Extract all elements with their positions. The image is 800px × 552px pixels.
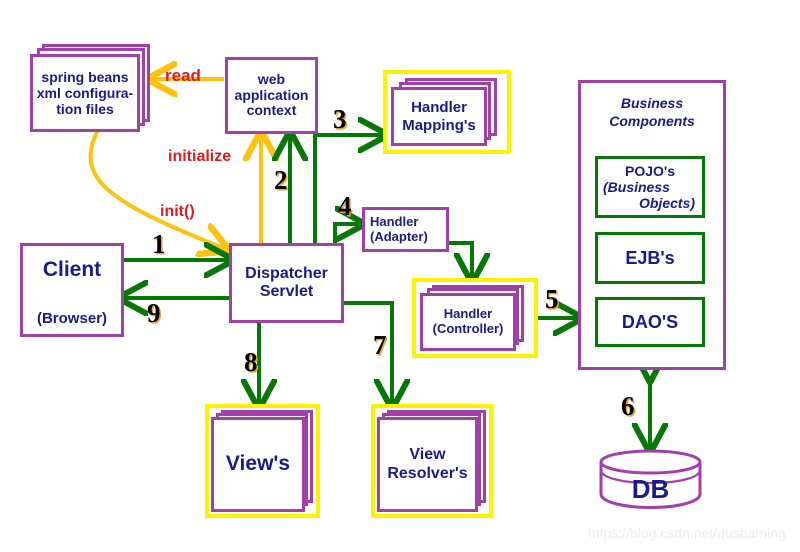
node-pojo[interactable]: POJO's (Business Objects) — [595, 156, 705, 218]
pojo-line2: (Business — [603, 178, 670, 195]
business-components-title: Business Components — [581, 83, 723, 130]
spring-beans-line3: tion files — [56, 101, 114, 118]
node-db[interactable]: DB — [598, 448, 703, 510]
business-title-line2: Components — [609, 112, 695, 129]
label-step-2: 2 — [274, 165, 288, 195]
client-label: Client — [42, 258, 102, 281]
views-box[interactable]: View's — [211, 417, 305, 512]
handler-mapping-line2: Mapping's — [402, 116, 476, 134]
node-dispatcher-servlet[interactable]: Dispatcher Servlet — [229, 243, 344, 323]
db-label: DB — [631, 474, 670, 504]
label-step-7: 7 — [373, 330, 387, 360]
handler-adapter-line2: (Adapter) — [370, 228, 428, 244]
view-resolvers-line2: Resolver's — [387, 464, 468, 482]
view-resolvers-box[interactable]: View Resolver's — [377, 417, 478, 512]
node-handler-mappings[interactable]: Handler Mapping's — [383, 70, 511, 154]
node-dao[interactable]: DAO'S — [595, 297, 705, 347]
ejb-label: EJB's — [625, 247, 675, 268]
spring-beans-box[interactable]: spring beans xml configura- tion files — [30, 54, 140, 132]
dispatcher-line2: Servlet — [259, 283, 314, 300]
dao-label: DAO'S — [621, 311, 679, 332]
handler-mapping-line1: Handler — [411, 99, 467, 117]
handler-mappings-box[interactable]: Handler Mapping's — [391, 87, 487, 146]
label-step-9: 9 — [147, 298, 161, 328]
web-app-context-line3: context — [246, 102, 297, 119]
view-resolvers-line1: View — [409, 446, 446, 464]
pojo-line3: Objects) — [638, 195, 695, 212]
business-title-line1: Business — [620, 95, 684, 111]
label-step-8: 8 — [244, 347, 258, 377]
node-web-application-context[interactable]: web application context — [225, 57, 318, 134]
label-initialize: initialize — [168, 148, 232, 165]
handler-adapter-line1: Handler — [370, 213, 419, 229]
spring-beans-line1: spring beans — [41, 68, 129, 85]
node-handler-adapter[interactable]: Handler (Adapter) — [362, 207, 449, 252]
label-read: read — [165, 66, 201, 85]
label-step-3: 3 — [333, 104, 347, 134]
node-view-resolvers[interactable]: View Resolver's — [371, 404, 493, 518]
label-step-5: 5 — [545, 284, 559, 314]
handler-controller-box[interactable]: Handler (Controller) — [420, 293, 516, 351]
handler-mappings-stack: Handler Mapping's — [391, 78, 503, 146]
label-step-6: 6 — [621, 391, 635, 421]
views-label: View's — [225, 452, 291, 476]
node-ejb[interactable]: EJB's — [595, 232, 705, 284]
handler-controller-line1: Handler — [443, 306, 493, 322]
handler-controller-stack: Handler (Controller) — [420, 285, 530, 351]
client-sublabel: (Browser) — [36, 310, 107, 328]
node-business-components[interactable]: Business Components POJO's (Business Obj… — [578, 80, 726, 370]
handler-controller-line2: (Controller) — [432, 321, 504, 336]
view-resolvers-stack: View Resolver's — [377, 410, 487, 512]
web-app-context-line1: web — [257, 70, 286, 87]
dispatcher-line1: Dispatcher — [245, 265, 328, 283]
watermark: https://blog.csdn.net/qushaming — [588, 525, 786, 541]
label-step-1: 1 — [152, 229, 166, 259]
web-app-context-line2: application — [234, 86, 309, 103]
node-views[interactable]: View's — [205, 404, 320, 518]
label-init: init() — [160, 203, 195, 220]
spring-beans-line2: xml configura- — [36, 84, 134, 101]
diagram-canvas: spring beans xml configura- tion files w… — [0, 0, 800, 552]
node-handler-controller[interactable]: Handler (Controller) — [412, 278, 538, 358]
pojo-line1: POJO's — [624, 162, 676, 179]
label-step-4: 4 — [338, 191, 352, 221]
views-stack: View's — [211, 410, 314, 512]
edge-adapter-to-controller — [449, 241, 472, 278]
node-spring-beans[interactable]: spring beans xml configura- tion files — [30, 44, 150, 132]
node-client[interactable]: Client (Browser) — [20, 243, 124, 337]
